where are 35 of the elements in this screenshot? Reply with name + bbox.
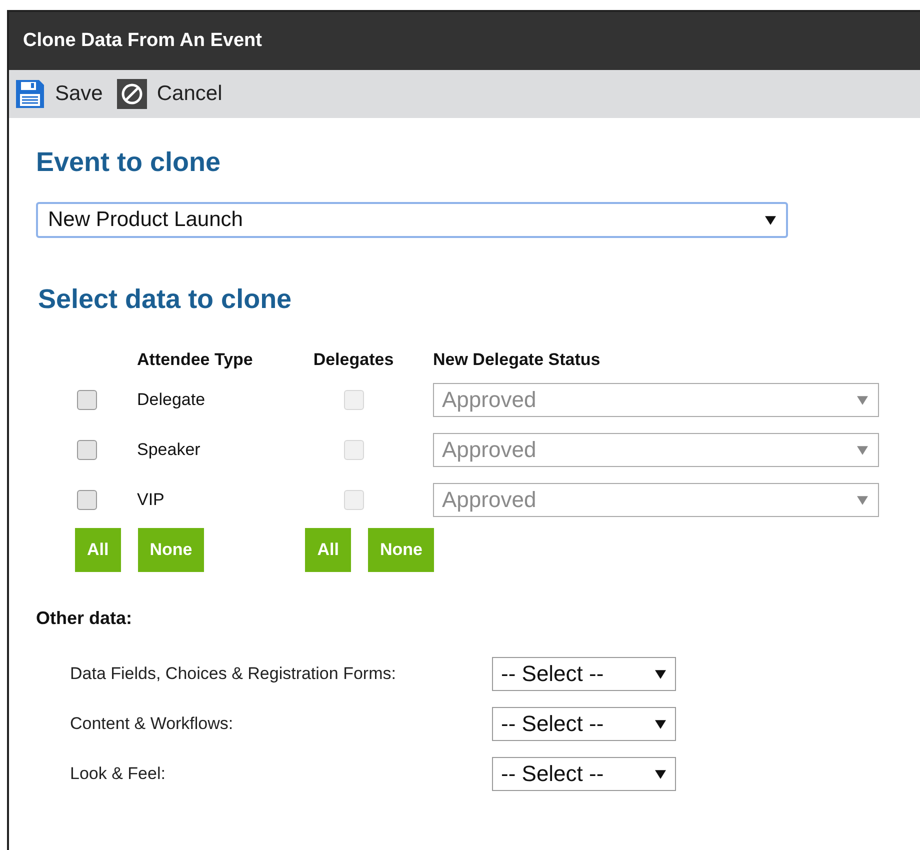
attendee-type: Delegate: [137, 390, 206, 410]
option-select[interactable]: -- Select --: [492, 757, 676, 791]
column-header: Attendee Type: [137, 350, 253, 370]
cancel-icon: [116, 79, 147, 109]
section-heading: Event to clone: [36, 146, 222, 178]
cancel-button[interactable]: Cancel: [116, 79, 222, 109]
select-button[interactable]: None: [138, 528, 204, 572]
event-select[interactable]: New Product Launch: [36, 202, 788, 238]
option-select[interactable]: -- Select --: [492, 657, 676, 691]
field-label: Look & Feel:: [70, 764, 166, 784]
caret-icon: [857, 446, 868, 454]
column-header: New Delegate Status: [433, 350, 600, 370]
caret-icon: [655, 720, 666, 728]
caret-icon: [655, 770, 666, 778]
checkbox[interactable]: [77, 490, 97, 510]
column-header: Delegates: [313, 350, 394, 370]
caret-icon: [857, 396, 868, 404]
save-icon: [15, 79, 45, 109]
option-select[interactable]: -- Select --: [492, 707, 676, 741]
field-label: Content & Workflows:: [70, 714, 234, 734]
section-heading: Select data to clone: [38, 284, 293, 315]
checkbox[interactable]: [77, 440, 97, 460]
select-button[interactable]: None: [368, 528, 434, 572]
checkbox[interactable]: [77, 390, 97, 410]
save-button[interactable]: Save: [15, 79, 103, 109]
caret-icon: [765, 216, 776, 224]
caret-icon: [857, 496, 868, 504]
attendee-type: VIP: [137, 490, 164, 510]
attendee-type: Speaker: [137, 440, 200, 460]
other-data-label: Other data:: [36, 608, 134, 629]
caret-icon: [655, 670, 666, 678]
field-label: Data Fields, Choices & Registration Forms:: [70, 664, 397, 684]
window-title: Clone Data From An Event: [23, 30, 262, 52]
select-button[interactable]: All: [305, 528, 351, 572]
select-button[interactable]: All: [75, 528, 121, 572]
